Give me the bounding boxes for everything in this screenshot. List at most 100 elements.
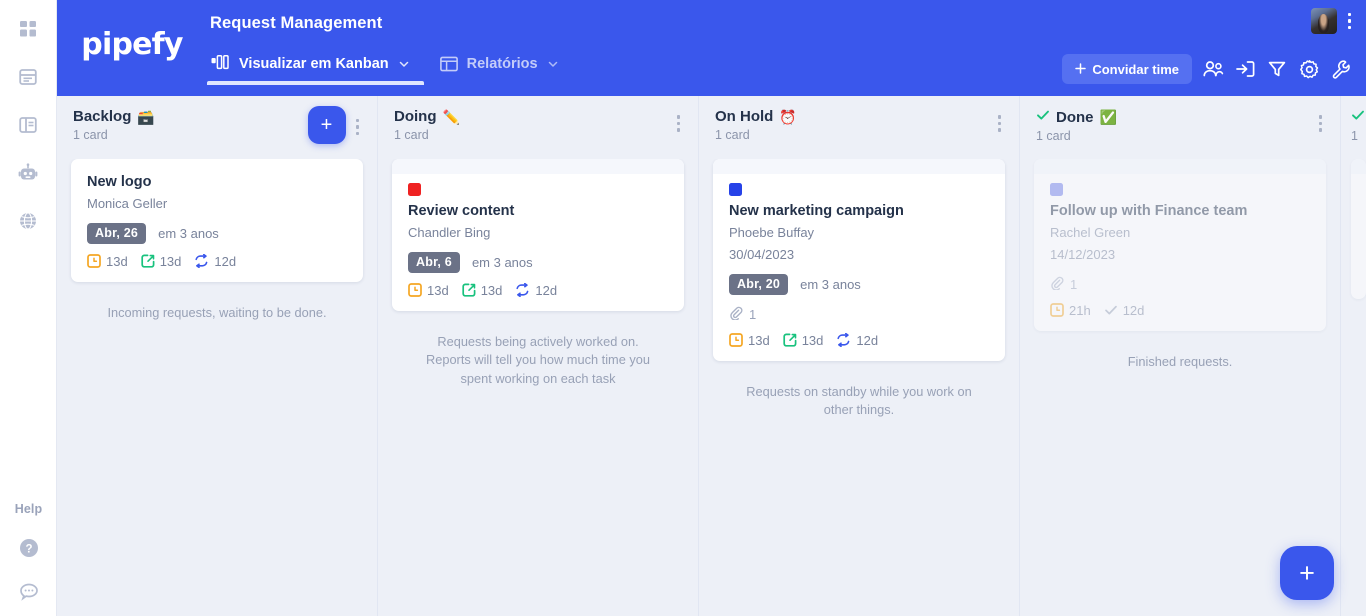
card-top-strip [1351, 159, 1366, 174]
reports-icon [439, 56, 458, 72]
metric-time-in-phase: 21h [1050, 303, 1091, 318]
globe-icon[interactable] [16, 209, 40, 233]
chevron-down-icon[interactable] [398, 58, 410, 70]
done-check-icon [1351, 108, 1365, 126]
templates-icon[interactable] [16, 113, 40, 137]
pipefy-logo[interactable]: pipefy [57, 0, 207, 96]
board-column-next-partial[interactable]: 1 [1341, 96, 1366, 616]
column-card-count: 1 card [715, 128, 750, 142]
apps-grid-icon[interactable] [16, 17, 40, 41]
pipefy-board-app: Help ? pipefy Request Management Visuali… [0, 0, 1366, 616]
header-tabs: Visualizar em Kanban Relatórios [207, 37, 1062, 85]
column-title: Backlog 🗃️ [73, 108, 155, 125]
column-body: Review content Chandler Bing Abr, 6 em 3… [378, 159, 698, 616]
tab-kanban[interactable]: Visualizar em Kanban [207, 42, 424, 85]
top-header: pipefy Request Management Visualizar em … [57, 0, 1366, 96]
card-assignee: Monica Geller [87, 195, 168, 211]
metric-value: 13d [427, 282, 449, 298]
board-column-backlog: Backlog 🗃️ 1 card + New logo Monica Gell… [57, 96, 378, 616]
cycle-blue-icon [194, 254, 209, 269]
tab-kanban-label: Visualizar em Kanban [239, 55, 389, 72]
metric-value: 12d [1122, 302, 1145, 318]
more-options-icon[interactable] [1345, 9, 1355, 34]
clock-orange-icon [408, 283, 422, 298]
kanban-icon [211, 55, 230, 72]
alarm-clock-emoji: ⏰ [779, 108, 797, 125]
settings-gear-icon[interactable] [1298, 58, 1320, 80]
wrench-icon[interactable] [1330, 58, 1352, 80]
column-description: Finished requests. [1127, 353, 1233, 369]
header-center: Request Management Visualizar em Kanban [207, 0, 1062, 96]
card-title: Follow up with Finance team [1050, 203, 1248, 219]
metric-phase-entry: 13d [783, 333, 823, 348]
column-title: Done ✅ [1036, 108, 1117, 126]
automation-robot-icon[interactable] [16, 161, 40, 185]
attachment-icon [729, 306, 743, 323]
metric-value: 12d [214, 253, 237, 269]
cycle-blue-icon [836, 333, 851, 348]
card-metrics: 13d 13d 12d [408, 283, 668, 298]
tab-reports-label: Relatórios [466, 55, 538, 72]
user-avatar[interactable] [1310, 8, 1337, 34]
kanban-card[interactable]: New logo Monica Geller Abr, 26 em 3 anos [71, 159, 363, 282]
column-card-count: 1 [1351, 129, 1358, 143]
kanban-card[interactable] [1351, 159, 1366, 299]
clock-orange-icon [1050, 303, 1064, 317]
column-description: Requests on standby while you work on ot… [746, 383, 972, 418]
add-card-button[interactable]: + [307, 106, 346, 144]
left-sidebar: Help ? [0, 0, 57, 616]
column-header: Done ✅ 1 card [1020, 96, 1340, 159]
column-menu-icon[interactable] [1315, 110, 1327, 137]
phase-green-icon [462, 283, 476, 297]
column-body: New logo Monica Geller Abr, 26 em 3 anos [57, 159, 377, 616]
kanban-card[interactable]: New marketing campaign Phoebe Buffay 30/… [713, 159, 1005, 361]
import-icon[interactable] [1234, 58, 1256, 80]
column-title: Doing ✏️ [394, 108, 460, 125]
card-label-swatch [408, 183, 421, 196]
chat-bubble-icon[interactable] [17, 580, 41, 604]
database-icon[interactable] [16, 65, 40, 89]
check-mark-emoji: ✅ [1099, 109, 1117, 125]
kanban-card[interactable]: Review content Chandler Bing Abr, 6 em 3… [392, 159, 684, 311]
cycle-blue-icon [515, 283, 530, 298]
column-menu-icon[interactable] [352, 114, 364, 141]
card-date: 14/12/2023 [1050, 246, 1116, 262]
metric-cycle-time: 12d [194, 254, 236, 269]
kanban-card[interactable]: Follow up with Finance team Rachel Green… [1034, 159, 1326, 331]
attachment-count: 1 [1070, 276, 1078, 292]
card-metrics: 13d 13d 12d [87, 254, 347, 269]
due-date-badge: Abr, 6 [408, 251, 460, 273]
card-due-row: Abr, 20 em 3 anos [729, 273, 989, 295]
column-title-label: Done [1056, 108, 1094, 126]
tab-active-underline [207, 81, 424, 85]
filter-icon[interactable] [1266, 58, 1288, 80]
phase-green-icon [783, 333, 797, 347]
tab-reports[interactable]: Relatórios [428, 42, 573, 85]
metric-value: 21h [1069, 302, 1091, 318]
column-header: Backlog 🗃️ 1 card + [57, 96, 377, 159]
logo-text: pipefy [81, 26, 183, 62]
chevron-down-icon[interactable] [547, 58, 559, 70]
due-relative-text: em 3 anos [471, 254, 533, 270]
metric-completed: 12d [1104, 302, 1145, 318]
help-question-icon[interactable]: ? [17, 536, 41, 560]
attachment-count: 1 [749, 306, 757, 322]
column-header: On Hold ⏰ 1 card [699, 96, 1019, 159]
create-card-fab[interactable]: + [1280, 546, 1334, 600]
invite-team-button[interactable]: Convidar time [1062, 54, 1192, 84]
members-icon[interactable] [1202, 58, 1224, 80]
column-card-count: 1 card [394, 128, 429, 142]
card-assignee: Chandler Bing [408, 224, 491, 240]
column-title-label: Backlog [73, 108, 132, 125]
metric-cycle-time: 12d [836, 333, 878, 348]
check-gray-icon [1104, 303, 1118, 317]
column-menu-icon[interactable] [673, 110, 685, 137]
card-assignee: Phoebe Buffay [729, 224, 815, 240]
column-card-count: 1 card [1036, 129, 1071, 143]
header-user-area [1310, 8, 1355, 34]
card-due-row: Abr, 26 em 3 anos [87, 222, 347, 244]
column-menu-icon[interactable] [994, 110, 1006, 137]
card-top-strip [1034, 159, 1326, 174]
due-relative-text: em 3 anos [158, 225, 219, 241]
phase-green-icon [141, 254, 155, 268]
